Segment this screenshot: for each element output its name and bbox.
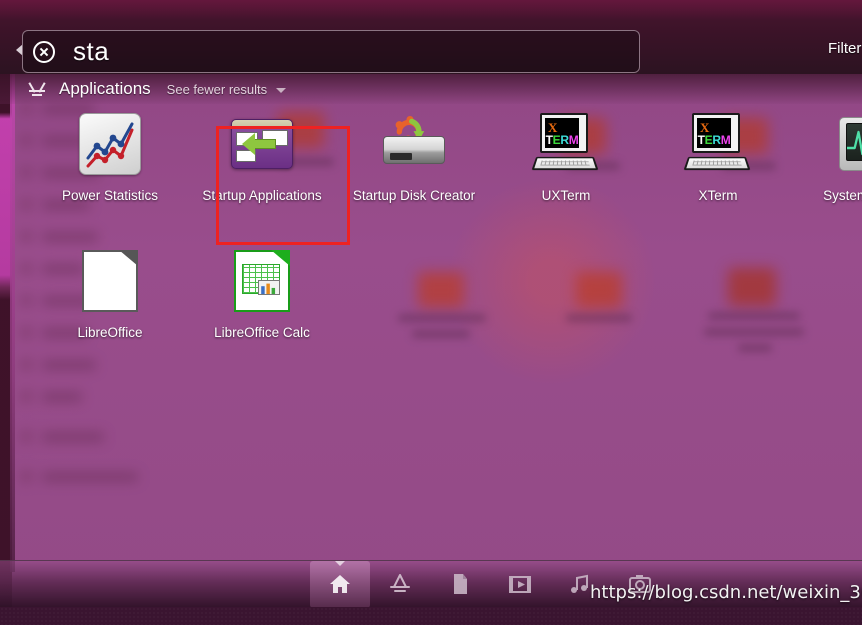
result-label: Power Statistics	[61, 188, 159, 203]
xterm-icon: X TERM	[642, 108, 794, 180]
startup-disk-creator-icon	[338, 108, 490, 180]
see-fewer-results-button[interactable]: See fewer results	[167, 82, 267, 97]
video-lens-icon	[509, 576, 531, 593]
result-label: UXTerm	[541, 188, 591, 203]
search-value: sta	[73, 36, 110, 66]
watermark-text: https://blog.csdn.net/weixin_36628778	[590, 582, 862, 603]
system-monitor-icon	[794, 108, 862, 180]
results-grid: Power Statistics Startup Applications St…	[0, 108, 862, 558]
lens-button-applications[interactable]	[370, 561, 430, 608]
result-item-system-monitor[interactable]: System Monitor	[794, 108, 862, 203]
result-label: LibreOffice	[77, 325, 143, 340]
clear-circle-x-icon[interactable]	[33, 40, 55, 63]
startup-applications-icon	[186, 108, 338, 180]
applications-lens-icon	[27, 79, 47, 99]
lens-button-home[interactable]	[310, 560, 370, 608]
result-item-startup-disk-creator[interactable]: Startup Disk Creator	[338, 108, 490, 203]
lens-button-video[interactable]	[490, 561, 550, 608]
search-input[interactable]: sta	[22, 30, 640, 73]
dash-screen: sta Filter results Applications See fewe…	[0, 0, 862, 625]
applications-lens-icon	[390, 574, 410, 592]
result-label: Startup Applications	[202, 188, 322, 203]
result-label: LibreOffice Calc	[214, 325, 310, 340]
category-title: Applications	[59, 79, 151, 98]
dash-header: sta Filter results	[0, 0, 862, 74]
header-shine	[0, 0, 862, 20]
result-label: Startup Disk Creator	[352, 188, 476, 203]
result-item-uxterm[interactable]: X TERM UXTerm	[490, 108, 642, 203]
result-label: XTerm	[698, 188, 738, 203]
power-statistics-icon	[34, 108, 186, 180]
result-item-libreoffice-calc[interactable]: LibreOffice Calc	[186, 245, 338, 340]
result-item-libreoffice[interactable]: LibreOffice	[34, 245, 186, 340]
uxterm-icon: X TERM	[490, 108, 642, 180]
filter-results-button[interactable]: Filter results	[828, 40, 862, 57]
result-label: System Monitor	[823, 188, 862, 203]
category-header: Applications See fewer results	[0, 74, 862, 104]
music-lens-icon	[571, 574, 588, 593]
libreoffice-calc-icon	[186, 245, 338, 317]
lens-button-files[interactable]	[430, 561, 490, 608]
result-item-startup-applications[interactable]: Startup Applications	[186, 108, 338, 203]
result-item-power-statistics[interactable]: Power Statistics	[34, 108, 186, 203]
libreoffice-icon	[34, 245, 186, 317]
desktop-wallpaper-strip	[0, 607, 862, 625]
home-lens-icon	[330, 575, 350, 593]
result-item-xterm[interactable]: X TERM XTerm	[642, 108, 794, 203]
files-lens-icon	[454, 574, 467, 594]
chevron-down-icon[interactable]	[276, 87, 287, 93]
